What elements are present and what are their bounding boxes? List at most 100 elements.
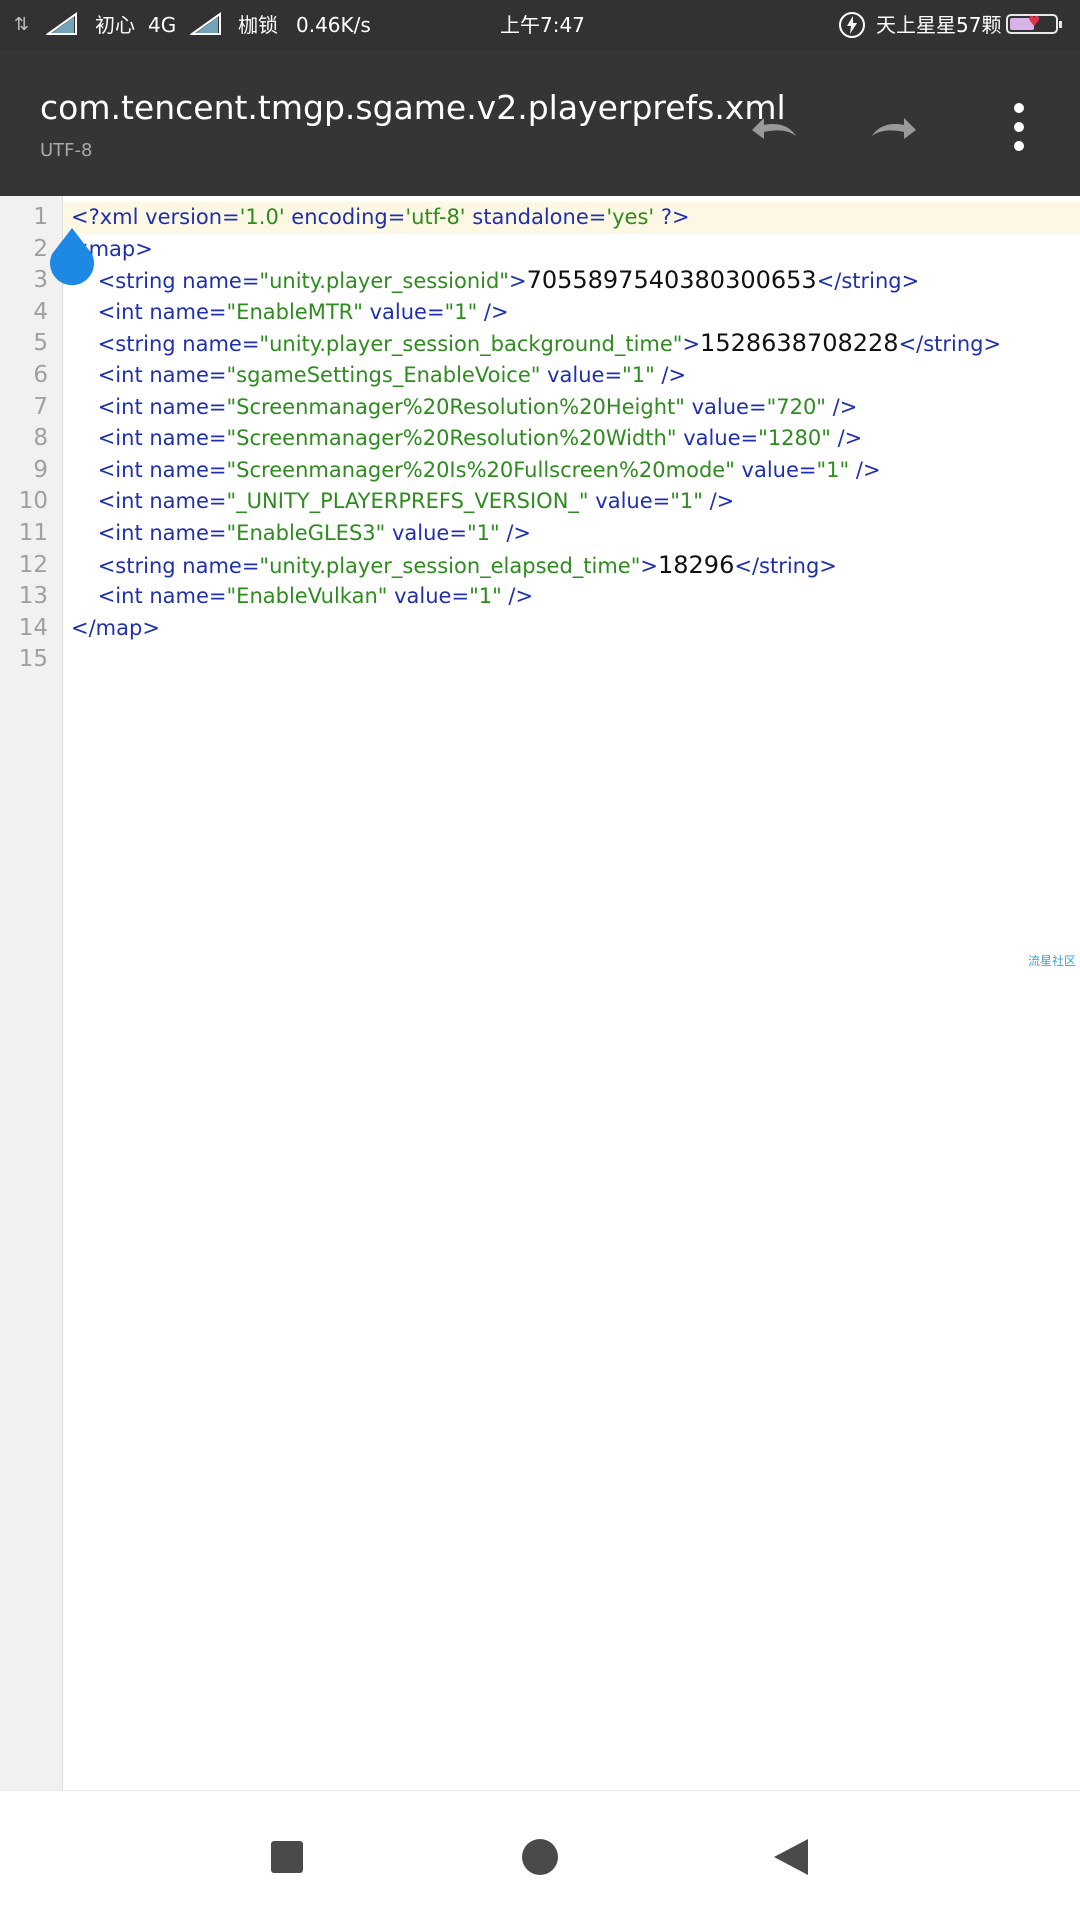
code-token: "unity.player_session_elapsed_time" [259,553,641,578]
line-number: 6 [33,362,48,388]
more-vert-icon [1014,103,1024,151]
more-options-button[interactable] [984,92,1054,162]
carrier-1: 初心 [95,13,135,37]
code-token: value= [385,521,467,545]
code-token: <int [71,426,150,451]
code-token: name= [182,553,260,578]
code-token: value= [362,299,445,324]
code-token: "720" [766,394,826,419]
line-number: 12 [18,551,48,578]
signal-icon [46,12,77,35]
code-text: <int name="EnableMTR" value="1" /> [71,297,509,328]
line-number: 9 [33,456,48,483]
home-button[interactable] [518,1835,562,1879]
code-token: value= [588,489,671,514]
code-token: "1" [466,521,500,545]
file-title: com.tencent.tmgp.sgame.v2.playerprefs.xm… [40,88,786,127]
code-line[interactable]: 12 <string name="unity.player_session_el… [0,550,1080,582]
code-token: name= [149,457,227,482]
code-token: <int [71,521,150,545]
code-line[interactable]: 2 <map> [0,234,1080,266]
code-token: name= [149,489,227,514]
code-line[interactable]: 11 <int name="EnableGLES3" value="1" /> [0,518,1080,550]
data-transfer-icon: ⇅ [14,14,30,35]
code-token: name= [182,332,260,357]
code-line[interactable]: 4 <int name="EnableMTR" value="1" /> [0,297,1080,329]
code-token: "unity.player_session_background_time" [259,332,683,357]
code-token: "EnableGLES3" [226,521,386,545]
code-line[interactable]: 14 </map> [0,613,1080,645]
clock: 上午7:47 [500,13,585,37]
code-token: name= [149,521,227,545]
code-token: /> [654,363,687,387]
code-token: </map> [71,615,160,640]
code-token: name= [149,363,227,387]
code-token: "EnableMTR" [226,299,363,324]
circle-icon [522,1839,558,1875]
code-editor[interactable]: 1 <?xml version='1.0' encoding='utf-8' st… [0,196,1080,1790]
code-token: <int [71,457,150,482]
code-token: value= [676,426,759,451]
code-token: "Screenmanager%20Is%20Fullscreen%20mode" [226,457,735,482]
battery-icon: ♥ [1006,14,1062,34]
code-token: "1" [622,363,655,387]
code-token: ?> [654,205,690,229]
code-token: "sgameSettings_EnableVoice" [226,363,541,387]
code-token: <string [71,332,183,357]
code-token: version= [145,205,240,229]
undo-icon [752,118,796,139]
code-token: "1" [670,489,703,514]
code-line[interactable]: 1 <?xml version='1.0' encoding='utf-8' st… [0,202,1080,234]
line-number: 14 [18,614,48,641]
code-line[interactable]: 3 <string name="unity.player_sessionid">… [0,265,1080,297]
code-token: encoding= [284,205,406,229]
line-number: 1 [33,204,48,230]
code-token: </string> [816,269,920,294]
code-line[interactable]: 8 <int name="Screenmanager%20Resolution%… [0,423,1080,455]
code-token: <int [71,363,150,387]
code-token: /> [830,426,863,451]
code-token: </string> [898,332,1002,357]
code-text: <int name="EnableGLES3" value="1" /> [71,518,531,549]
carrier-2: 枷锁 [238,13,278,37]
code-token: name= [149,299,227,324]
app-bar: com.tencent.tmgp.sgame.v2.playerprefs.xm… [0,50,1080,196]
undo-button[interactable] [738,92,808,162]
recent-apps-button[interactable] [265,1835,309,1879]
code-text: <int name="_UNITY_PLAYERPREFS_VERSION_" … [71,486,735,517]
charging-icon [839,12,865,38]
code-text: <int name="Screenmanager%20Is%20Fullscre… [71,455,881,486]
code-line[interactable]: 10 <int name="_UNITY_PLAYERPREFS_VERSION… [0,486,1080,518]
line-number: 13 [18,583,48,610]
line-number: 11 [18,520,48,546]
back-button[interactable] [768,1835,812,1879]
line-number: 2 [33,235,48,262]
line-number: 8 [33,425,48,452]
line-number: 5 [33,330,48,357]
code-token: 18296 [657,550,735,579]
code-token: value= [540,363,623,387]
code-line[interactable]: 15 [0,644,1080,676]
code-token: "1280" [758,426,831,451]
line-number: 3 [33,267,48,294]
text-cursor-handle[interactable] [48,226,96,288]
code-text: <string name="unity.player_sessionid">70… [71,265,920,297]
code-line[interactable]: 13 <int name="EnableVulkan" value="1" /> [0,581,1080,613]
code-token: name= [149,426,227,451]
code-token: name= [182,269,260,294]
code-token: <int [71,394,150,419]
status-bar: ⇅ 初心 4G 枷锁 0.46K/s 上午7:47 天上星星57颗 ♥ [0,0,1080,50]
code-token: "_UNITY_PLAYERPREFS_VERSION_" [226,489,589,514]
network-type: 4G [148,13,177,37]
code-line[interactable]: 5 <string name="unity.player_session_bac… [0,328,1080,360]
status-right-text: 天上星星57颗 [876,13,1002,37]
code-token: /> [849,457,881,482]
redo-button[interactable] [860,92,930,162]
code-line[interactable]: 7 <int name="Screenmanager%20Resolution%… [0,392,1080,424]
code-token: > [682,332,701,357]
code-line[interactable]: 6 <int name="sgameSettings_EnableVoice" … [0,360,1080,392]
code-line[interactable]: 9 <int name="Screenmanager%20Is%20Fullsc… [0,455,1080,487]
code-token: <int [71,299,150,324]
code-token: /> [702,489,735,514]
code-text: <int name="Screenmanager%20Resolution%20… [71,423,863,454]
